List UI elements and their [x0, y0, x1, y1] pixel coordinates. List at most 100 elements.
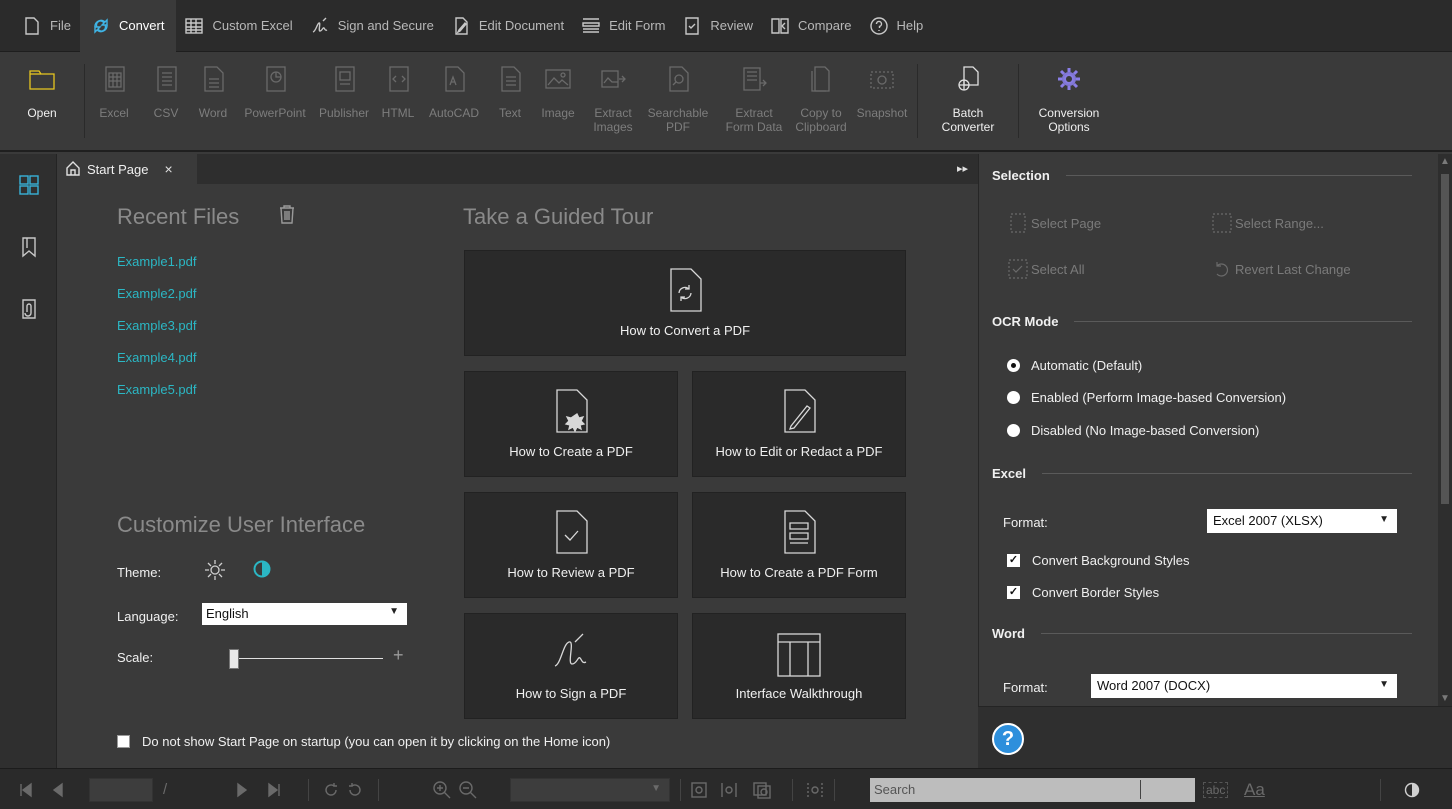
zoom-in-icon[interactable] — [432, 769, 452, 809]
revert-button[interactable]: Revert Last Change — [1211, 258, 1351, 280]
tour-edit-card[interactable]: How to Edit or Redact a PDF — [692, 371, 906, 477]
convert-excel-button[interactable]: Excel — [85, 52, 143, 150]
close-icon[interactable]: × — [164, 161, 172, 177]
trash-icon[interactable] — [278, 204, 296, 227]
review-check-icon — [547, 503, 595, 563]
recent-file-link[interactable]: Example3.pdf — [117, 318, 197, 333]
startup-checkbox-row[interactable]: Do not show Start Page on startup (you c… — [117, 734, 610, 749]
attachments-icon[interactable] — [0, 278, 57, 340]
select-range-button[interactable]: Select Range... — [1211, 212, 1324, 234]
zoom-out-icon[interactable] — [458, 769, 478, 809]
dark-theme-icon[interactable] — [253, 560, 271, 581]
light-theme-icon[interactable] — [203, 558, 227, 585]
menu-convert[interactable]: Convert — [79, 0, 177, 52]
tour-sign-card[interactable]: How to Sign a PDF — [464, 613, 678, 719]
menu-edit-form[interactable]: Edit Form — [573, 0, 674, 52]
recent-file-link[interactable]: Example4.pdf — [117, 350, 197, 365]
convert-background-checkbox[interactable]: ✓ Convert Background Styles — [1007, 553, 1190, 568]
convert-powerpoint-button[interactable]: PowerPoint — [237, 52, 313, 150]
help-button[interactable]: ? — [992, 723, 1024, 755]
extract-form-data-button[interactable]: Extract Form Data — [713, 52, 795, 150]
panel-scrollbar[interactable]: ▲ ▼ — [1438, 154, 1452, 706]
snapshot-button[interactable]: Snapshot — [847, 52, 917, 150]
scroll-down-icon[interactable]: ▼ — [1440, 693, 1450, 704]
menu-help[interactable]: Help — [861, 0, 933, 52]
split-view-icon[interactable] — [806, 769, 824, 809]
convert-autocad-button[interactable]: AutoCAD — [421, 52, 487, 150]
collapse-panel-icon[interactable]: ▸▸ — [957, 162, 968, 175]
menu-file[interactable]: File — [14, 0, 80, 52]
scale-plus-icon[interactable]: + — [393, 645, 404, 666]
bookmarks-icon[interactable] — [0, 216, 57, 278]
ocr-automatic-radio[interactable]: Automatic (Default) — [1007, 358, 1142, 373]
extract-images-button[interactable]: Extract Images — [583, 52, 643, 150]
convert-text-button[interactable]: Text — [487, 52, 533, 150]
search-input[interactable]: Search — [870, 778, 1195, 802]
tour-create-card[interactable]: How to Create a PDF — [464, 371, 678, 477]
search-divider — [1140, 780, 1141, 799]
tab-start-page[interactable]: Start Page × — [57, 154, 197, 184]
single-page-view-icon[interactable] — [690, 769, 708, 809]
tour-convert-card[interactable]: How to Convert a PDF — [464, 250, 906, 356]
prev-page-icon[interactable] — [50, 769, 66, 809]
recent-files-title: Recent Files — [117, 204, 240, 229]
interface-icon — [775, 624, 823, 684]
last-page-icon[interactable] — [266, 769, 282, 809]
tour-form-card[interactable]: How to Create a PDF Form — [692, 492, 906, 598]
menu-sign-secure-label: Sign and Secure — [337, 18, 434, 33]
tour-review-card[interactable]: How to Review a PDF — [464, 492, 678, 598]
menu-sign-secure[interactable]: Sign and Secure — [302, 0, 443, 52]
copy-clipboard-label-1: Copy to — [800, 106, 842, 120]
slider-thumb[interactable] — [229, 649, 239, 669]
ocr-enabled-radio[interactable]: Enabled (Perform Image-based Conversion) — [1007, 390, 1286, 405]
select-all-button[interactable]: Select All — [1007, 258, 1084, 280]
font-size-icon[interactable]: Aa — [1244, 769, 1265, 809]
convert-border-checkbox[interactable]: ✓ Convert Border Styles — [1007, 585, 1159, 600]
convert-image-button[interactable]: Image — [533, 52, 583, 150]
thumbnails-icon[interactable] — [0, 154, 57, 216]
excel-format-select[interactable]: Excel 2007 (XLSX) ▼ — [1207, 509, 1397, 533]
tour-walkthrough-card[interactable]: Interface Walkthrough — [692, 613, 906, 719]
grid-icon — [185, 17, 204, 35]
rotate-cw-icon[interactable] — [322, 769, 340, 809]
revert-label: Revert Last Change — [1235, 261, 1351, 277]
zoom-select[interactable]: ▼ — [510, 778, 670, 802]
next-page-icon[interactable] — [234, 769, 250, 809]
startup-checkbox[interactable] — [117, 735, 130, 748]
convert-csv-button[interactable]: CSV — [143, 52, 189, 150]
two-page-view-icon[interactable] — [752, 769, 774, 809]
page-number-input[interactable] — [89, 778, 153, 802]
recent-file-link[interactable]: Example5.pdf — [117, 382, 197, 397]
scrollbar-thumb[interactable] — [1441, 174, 1449, 504]
menu-custom-excel[interactable]: Custom Excel — [176, 0, 301, 52]
recent-file-link[interactable]: Example2.pdf — [117, 286, 197, 301]
searchable-pdf-button[interactable]: Searchable PDF — [643, 52, 713, 150]
language-select[interactable]: English ▼ — [202, 603, 407, 625]
checkbox-checked: ✓ — [1007, 554, 1020, 567]
ocr-disabled-radio[interactable]: Disabled (No Image-based Conversion) — [1007, 423, 1259, 438]
menu-review[interactable]: Review — [674, 0, 762, 52]
theme-toggle-icon[interactable] — [1404, 769, 1420, 809]
recent-file-link[interactable]: Example1.pdf — [117, 254, 197, 269]
continuous-view-icon[interactable] — [720, 769, 738, 809]
first-page-icon[interactable] — [18, 769, 34, 809]
select-page-button[interactable]: Select Page — [1007, 212, 1101, 234]
batch-converter-button[interactable]: Batch Converter — [918, 52, 1018, 150]
convert-publisher-button[interactable]: Publisher — [313, 52, 375, 150]
conversion-options-button[interactable]: Conversion Options — [1019, 52, 1119, 150]
word-format-select[interactable]: Word 2007 (DOCX) ▼ — [1091, 674, 1397, 698]
rotate-ccw-icon[interactable] — [346, 769, 364, 809]
copy-clipboard-button[interactable]: Copy to Clipboard — [795, 52, 847, 150]
startup-checkbox-label: Do not show Start Page on startup (you c… — [142, 734, 611, 749]
menu-edit-document[interactable]: Edit Document — [443, 0, 573, 52]
scroll-up-icon[interactable]: ▲ — [1440, 156, 1450, 167]
home-icon — [65, 160, 81, 179]
open-button[interactable]: Open — [0, 52, 84, 150]
match-case-icon[interactable]: abc — [1203, 769, 1229, 809]
select-page-icon — [1010, 213, 1026, 233]
convert-word-button[interactable]: Word — [189, 52, 237, 150]
scale-slider[interactable] — [229, 648, 383, 669]
convert-html-button[interactable]: HTML — [375, 52, 421, 150]
tab-start-page-label: Start Page — [87, 161, 149, 177]
menu-compare[interactable]: Compare — [762, 0, 860, 52]
